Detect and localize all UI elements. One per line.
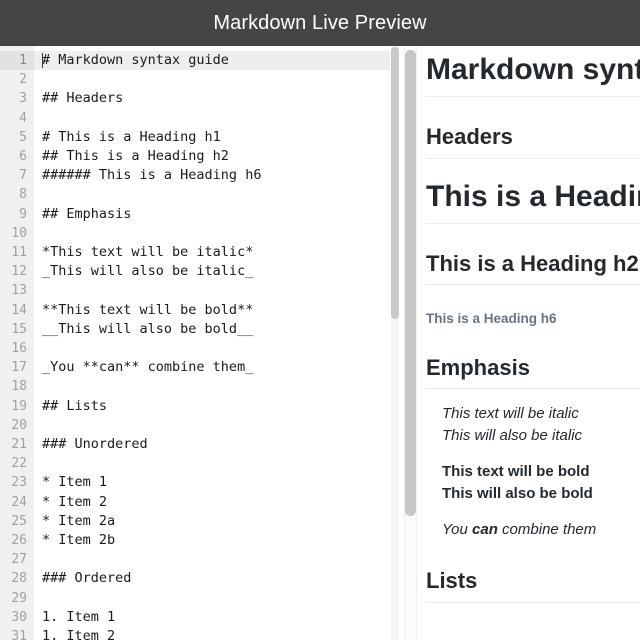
preview-spacer <box>426 224 640 250</box>
gutter-line-number: 31 <box>11 629 27 640</box>
preview-heading-h1: This is a Heading h1 <box>426 179 640 224</box>
preview-spacer <box>426 97 640 123</box>
gutter-line-number: 21 <box>11 437 27 452</box>
gutter-line-number: 28 <box>11 571 27 587</box>
gutter-line-number: 23 <box>11 475 27 491</box>
gutter-line-number: 17 <box>11 360 27 376</box>
gutter-line-number: 19 <box>11 398 27 414</box>
gutter-line-number: 18 <box>11 379 27 395</box>
gutter-line-number: 26 <box>11 533 27 548</box>
preview-paragraph-italic: This will also be italic <box>442 427 583 445</box>
gutter-line-number: 9 <box>19 206 27 222</box>
editor-pane[interactable]: 1 2 3 4 5 6 7 8 9 10 11 12 13 14 15 16 17 18 19 20 21 22 23 24 2… <box>0 46 390 640</box>
markdown-live-preview-app: Markdown Live Preview 1 2 3 4 5 6 7 8 9 10 11 12 13 1… <box>0 0 640 640</box>
gutter-line-number: 11 <box>11 245 27 260</box>
gutter-line-number: 29 <box>11 590 27 606</box>
editor-line[interactable]: 1. Item 2 <box>42 627 115 640</box>
window-titlebar: Markdown Live Preview <box>0 0 640 46</box>
preview-heading-h2: Headers <box>426 123 640 159</box>
editor-line[interactable]: 1. Item 1 <box>42 608 115 627</box>
editor-line[interactable]: **This text will be bold** <box>42 301 253 320</box>
editor-line[interactable]: # This is a Heading h1 <box>42 128 221 147</box>
gutter-line-number: 25 <box>11 513 27 529</box>
gutter-line-number: 10 <box>11 225 27 241</box>
mixed-text-strong: can <box>472 521 498 539</box>
preview-spacer <box>426 505 640 519</box>
editor-line[interactable]: ## This is a Heading h2 <box>42 147 229 166</box>
gutter-line-number: 7 <box>19 168 27 184</box>
editor-line[interactable]: * Item 1 <box>42 473 107 492</box>
preview-spacer <box>426 285 640 311</box>
editor-line[interactable]: ###### This is a Heading h6 <box>42 166 261 185</box>
preview-heading-h2: This is a Heading h2 <box>426 250 640 285</box>
editor-line[interactable]: __This will also be bold__ <box>42 320 253 339</box>
gutter-line-number: 5 <box>19 129 27 145</box>
preview-spacer <box>426 389 640 403</box>
gutter-line-number: 4 <box>19 110 27 126</box>
editor-line[interactable]: * Item 2 <box>42 493 107 512</box>
editor-line[interactable]: ### Ordered <box>42 569 131 588</box>
gutter-line-number: 16 <box>11 341 27 356</box>
preview-pane[interactable]: Markdown syntax guide Headers This is a He… <box>418 46 640 640</box>
gutter-line-number: 27 <box>11 552 27 568</box>
editor-scrollbar-thumb[interactable] <box>391 47 399 319</box>
editor-line[interactable]: ## Headers <box>42 89 123 108</box>
preview-paragraph-bold: This text will be bold <box>442 463 590 481</box>
editor-line[interactable]: ### Unordered <box>42 435 148 454</box>
gutter-line-number: 6 <box>19 149 27 164</box>
gutter-line-number: 20 <box>11 417 27 433</box>
editor-line[interactable]: *This text will be italic* <box>42 243 253 262</box>
preview-paragraph-italic: This text will be italic <box>442 405 579 423</box>
preview-spacer <box>426 159 640 179</box>
editor-line[interactable]: ## Emphasis <box>42 205 131 224</box>
gutter-line-number: 2 <box>19 72 27 88</box>
mixed-text-lead: You <box>442 521 473 539</box>
gutter-line-number: 12 <box>11 264 27 280</box>
preview-paragraph-mixed: You can combine them <box>426 519 640 541</box>
gutter-line-number: 8 <box>19 187 27 203</box>
editor-line[interactable]: _You **can** combine them_ <box>42 358 253 377</box>
workspace-split: 1 2 3 4 5 6 7 8 9 10 11 12 13 14 15 16 17 18 19 20 21 22 23 24 2… <box>0 46 640 640</box>
preview-heading-h2: Emphasis <box>426 354 640 390</box>
text-caret <box>42 53 43 68</box>
editor-gutter: 1 2 3 4 5 6 7 8 9 10 11 12 13 14 15 16 17 18 19 20 21 22 23 24 2… <box>0 46 34 640</box>
mixed-text-tail: combine them <box>497 521 597 539</box>
gutter-line-number: 3 <box>19 91 27 107</box>
preview-paragraph-bold: This will also be bold <box>442 485 593 503</box>
editor-line[interactable]: * Item 2b <box>42 531 115 550</box>
preview-scrollbar-thumb[interactable] <box>405 50 416 516</box>
preview-spacer <box>426 541 640 567</box>
editor-line[interactable]: # Markdown syntax guide <box>42 51 229 70</box>
editor-line[interactable]: ## Lists <box>42 397 107 416</box>
gutter-line-number: 30 <box>11 609 27 625</box>
editor-line[interactable]: _This will also be italic_ <box>42 262 253 281</box>
preview-spacer <box>426 328 640 354</box>
editor-code-area[interactable]: # Markdown syntax guide ## Headers # This … <box>34 46 390 640</box>
gutter-line-number: 13 <box>11 283 27 299</box>
preview-heading-h1: Markdown syntax guide <box>426 52 640 97</box>
preview-spacer <box>426 447 640 461</box>
gutter-line-number: 22 <box>11 456 27 472</box>
gutter-line-number: 1 <box>19 53 27 68</box>
gutter-line-number: 15 <box>11 321 27 337</box>
gutter-line-number: 24 <box>11 494 27 510</box>
preview-heading-h2: Lists <box>426 567 640 603</box>
editor-line[interactable]: * Item 2a <box>42 512 115 531</box>
window-title: Markdown Live Preview <box>213 12 427 34</box>
preview-content: Markdown syntax guide Headers This is a He… <box>426 46 640 603</box>
preview-heading-h6: This is a Heading h6 <box>426 311 557 326</box>
gutter-line-number: 14 <box>11 302 27 318</box>
